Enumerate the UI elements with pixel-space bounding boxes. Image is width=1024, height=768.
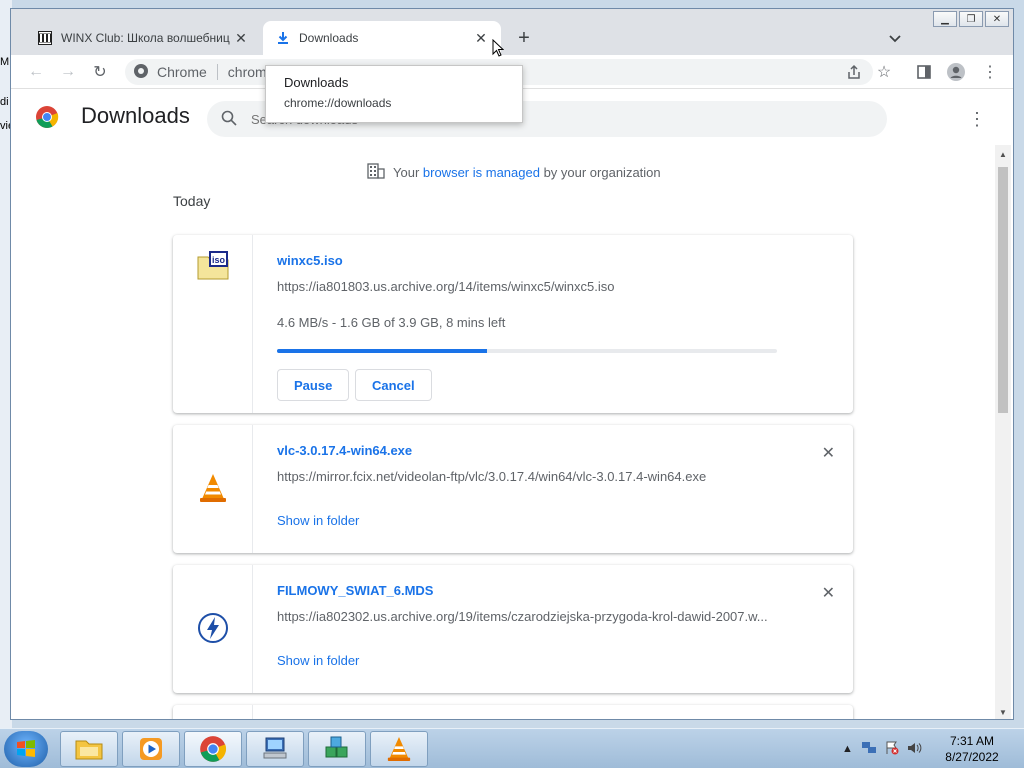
taskbar-explorer[interactable] (60, 731, 118, 767)
scroll-down-icon[interactable]: ▼ (995, 705, 1011, 719)
restore-button[interactable]: ❐ (959, 11, 983, 27)
close-tab-icon[interactable]: ✕ (233, 30, 249, 46)
omnibox-chrome-label: Chrome (157, 64, 207, 80)
chrome-page-icon (133, 63, 149, 82)
download-item: vlc-3.0.17.4-win64.exe https://mirror.fc… (173, 425, 853, 553)
remove-item-icon[interactable]: ✕ (822, 443, 835, 463)
pause-button[interactable]: Pause (277, 369, 350, 401)
mouse-cursor-icon (492, 39, 504, 57)
close-window-button[interactable]: ✕ (985, 11, 1009, 27)
more-actions-icon[interactable]: ⋮ (967, 109, 987, 129)
back-arrow-icon[interactable]: ← (23, 59, 49, 85)
archive-icon (37, 30, 53, 46)
svg-text:iso: iso (211, 255, 225, 265)
download-icon (275, 30, 291, 46)
file-icon-column (173, 425, 253, 553)
scroll-up-icon[interactable]: ▲ (995, 147, 1011, 161)
bookmark-star-icon[interactable]: ☆ (871, 59, 897, 85)
tab-search-icon[interactable] (883, 27, 907, 51)
page-scrollbar[interactable]: ▲ ▼ (995, 145, 1011, 719)
download-progress-fill (277, 349, 487, 353)
taskbar-media-player[interactable] (122, 731, 180, 767)
vlc-icon (199, 473, 227, 506)
daemon-tools-icon (197, 612, 229, 647)
folder-icon (75, 740, 103, 760)
iso-file-icon: iso (196, 251, 230, 284)
taskbar-installer[interactable] (308, 731, 366, 767)
close-tab-icon[interactable]: ✕ (473, 30, 489, 46)
taskbar-chrome[interactable] (184, 731, 242, 767)
managed-link[interactable]: browser is managed (423, 165, 540, 180)
tab-title: WINX Club: Школа волшебниц (61, 31, 230, 45)
tab-hover-card: Downloads chrome://downloads (265, 65, 523, 123)
clock-date: 8/27/2022 (945, 750, 999, 764)
managed-notice: Your browser is managed by your organiza… (367, 163, 661, 182)
desktop-fragment: M (0, 56, 10, 68)
share-icon[interactable] (841, 59, 867, 85)
omnibox-separator (216, 64, 218, 80)
remove-item-icon[interactable]: ✕ (822, 583, 835, 603)
desktop-fragment: di (0, 96, 9, 108)
download-source-url[interactable]: https://mirror.fcix.net/videolan-ftp/vlc… (277, 469, 706, 484)
vlc-icon (387, 737, 411, 761)
download-item: FILMOWY_SWIAT_6.MDS https://ia802302.us.… (173, 565, 853, 693)
taskbar-vlc[interactable] (370, 731, 428, 767)
volume-icon[interactable] (907, 741, 923, 758)
show-hidden-icons-icon[interactable]: ▲ (842, 743, 853, 755)
hover-card-title: Downloads (284, 75, 349, 90)
download-progress-bar (277, 349, 777, 353)
download-filename-link[interactable]: FILMOWY_SWIAT_6.MDS (277, 583, 433, 598)
tab-strip: WINX Club: Школа волшебниц ✕ Downloads ✕… (11, 9, 1013, 55)
start-button[interactable] (4, 731, 48, 767)
new-tab-button[interactable]: + (511, 25, 537, 51)
profile-avatar-icon[interactable] (943, 59, 969, 85)
download-status: 4.6 MB/s - 1.6 GB of 3.9 GB, 8 mins left (277, 315, 506, 330)
download-source-url[interactable]: https://ia801803.us.archive.org/14/items… (277, 279, 614, 294)
forward-arrow-icon[interactable]: → (55, 59, 81, 85)
window-controls: ▁ ❐ ✕ (933, 11, 1009, 27)
tab-winx-club[interactable]: WINX Club: Школа волшебниц ✕ (25, 21, 261, 55)
hover-card-url: chrome://downloads (284, 96, 392, 110)
reload-icon[interactable]: ↻ (87, 59, 113, 85)
installer-cubes-icon (325, 736, 348, 758)
taskbar-network[interactable] (246, 731, 304, 767)
media-player-icon (140, 738, 162, 760)
tab-downloads[interactable]: Downloads ✕ (263, 21, 501, 55)
cancel-button[interactable]: Cancel (355, 369, 432, 401)
show-in-folder-link[interactable]: Show in folder (277, 513, 359, 528)
file-icon-column: iso (173, 235, 253, 413)
tab-title: Downloads (299, 31, 359, 45)
download-item (173, 705, 853, 719)
chrome-menu-icon[interactable]: ⋮ (977, 59, 1003, 85)
windows-logo-icon (17, 740, 35, 757)
file-icon-column (173, 705, 253, 719)
managed-suffix: by your organization (539, 165, 661, 180)
section-date-label: Today (173, 193, 211, 209)
system-clock[interactable]: 7:31 AM 8/27/2022 (932, 733, 1012, 765)
side-panel-icon[interactable] (911, 59, 937, 85)
download-filename-link[interactable]: winxc5.iso (277, 253, 343, 268)
show-in-folder-link[interactable]: Show in folder (277, 653, 359, 668)
building-icon (367, 163, 385, 182)
download-item: iso winxc5.iso https://ia801803.us.archi… (173, 235, 853, 413)
page-title: Downloads (81, 103, 190, 128)
network-computer-icon (263, 737, 287, 759)
download-filename-link[interactable]: vlc-3.0.17.4-win64.exe (277, 443, 412, 458)
search-icon (221, 110, 237, 129)
download-source-url[interactable]: https://ia802302.us.archive.org/19/items… (277, 609, 768, 624)
system-tray: ▲ (842, 729, 923, 768)
taskbar: ▲ 7:31 AM 8/27/2022 (0, 728, 1024, 768)
action-center-flag-icon[interactable] (885, 741, 899, 758)
managed-prefix: Your (393, 165, 423, 180)
clock-time: 7:31 AM (949, 734, 995, 748)
chrome-icon (200, 736, 227, 762)
scrollbar-thumb[interactable] (998, 167, 1008, 413)
chrome-logo-icon (35, 105, 59, 129)
downloads-page: Downloads ⋮ Your browser is managed by y… (11, 89, 1013, 719)
network-tray-icon[interactable] (861, 741, 877, 758)
file-icon-column (173, 565, 253, 693)
minimize-button[interactable]: ▁ (933, 11, 957, 27)
chrome-window: WINX Club: Школа волшебниц ✕ Downloads ✕… (10, 8, 1014, 720)
